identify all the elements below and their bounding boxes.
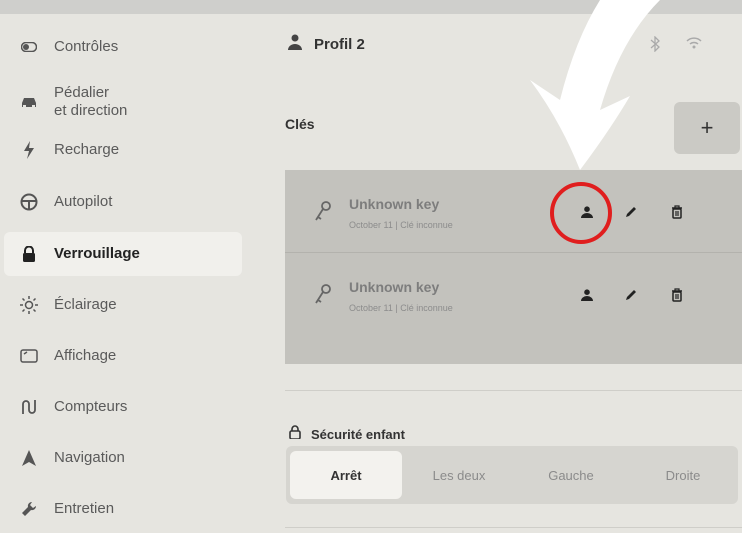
option-arret[interactable]: Arrêt (290, 451, 402, 499)
person-icon (581, 289, 593, 301)
key-subtitle: October 11 | Clé inconnue (349, 303, 453, 313)
edit-key-button[interactable] (621, 202, 641, 222)
sidebar-item-label: Autopilot (54, 193, 113, 210)
sidebar-item-autopilot[interactable]: Autopilot (4, 180, 242, 224)
key-icon (313, 283, 333, 307)
assign-profile-button[interactable] (577, 285, 597, 305)
bolt-icon (18, 139, 40, 161)
sun-icon (18, 294, 40, 316)
sidebar-item-affichage[interactable]: Affichage (4, 334, 242, 378)
sidebar-item-navigation[interactable]: Navigation (4, 436, 242, 480)
keys-section-title: Clés (285, 116, 315, 132)
key-row: Unknown key October 11 | Clé inconnue (285, 253, 742, 335)
sidebar-item-label: Éclairage (54, 296, 117, 313)
trash-icon (672, 205, 682, 219)
sidebar-item-label: Contrôles (54, 38, 119, 55)
key-name: Unknown key (349, 196, 440, 212)
option-gauche[interactable]: Gauche (516, 446, 626, 504)
navigation-arrow-icon (18, 447, 40, 469)
pencil-icon (626, 290, 636, 300)
toggle-icon (18, 36, 40, 58)
child-safety-selector: Arrêt Les deux Gauche Droite (286, 446, 738, 504)
edit-key-button[interactable] (621, 285, 641, 305)
annotation-arrow (530, 0, 660, 170)
child-safety-label: Sécurité enfant (311, 427, 405, 442)
sidebar-item-label: Affichage (54, 347, 117, 364)
section-divider (285, 390, 742, 391)
sidebar-item-label: Entretien (54, 500, 115, 517)
sidebar-item-label: Verrouillage (54, 245, 140, 262)
car-icon (18, 91, 40, 113)
pencil-icon (626, 207, 636, 217)
option-droite[interactable]: Droite (628, 446, 738, 504)
person-icon (288, 34, 302, 55)
sidebar-item-controles[interactable]: Contrôles (4, 25, 242, 69)
profile-label: Profil 2 (314, 36, 365, 53)
wrench-icon (18, 498, 40, 520)
delete-key-button[interactable] (667, 202, 687, 222)
sidebar-item-pedalier[interactable]: Pédalier et direction (4, 76, 242, 128)
sidebar-item-verrouillage[interactable]: Verrouillage (4, 232, 242, 276)
sidebar: Contrôles Pédalier et direction Recharge… (0, 14, 270, 533)
sidebar-item-recharge[interactable]: Recharge (4, 128, 242, 172)
key-icon (313, 200, 333, 224)
delete-key-button[interactable] (667, 285, 687, 305)
steering-wheel-icon (18, 191, 40, 213)
child-safety-title: Sécurité enfant (289, 425, 405, 444)
sidebar-item-label: Recharge (54, 141, 120, 158)
sidebar-item-label: Navigation (54, 449, 125, 466)
sidebar-item-label: Pédalier et direction (54, 84, 128, 119)
sidebar-item-entretien[interactable]: Entretien (4, 487, 242, 531)
option-les-deux[interactable]: Les deux (404, 446, 514, 504)
lock-icon (18, 243, 40, 265)
sidebar-item-compteurs[interactable]: Compteurs (4, 385, 242, 429)
profile-selector[interactable]: Profil 2 (288, 34, 365, 55)
odometer-icon (18, 396, 40, 418)
key-name: Unknown key (349, 279, 440, 295)
display-icon (18, 345, 40, 367)
lock-outline-icon (289, 425, 301, 444)
sidebar-item-label: Compteurs (54, 398, 128, 415)
section-divider (285, 527, 742, 528)
key-row: Unknown key October 11 | Clé inconnue (285, 170, 742, 253)
annotation-circle (550, 182, 612, 244)
key-subtitle: October 11 | Clé inconnue (349, 220, 453, 230)
sidebar-item-eclairage[interactable]: Éclairage (4, 283, 242, 327)
keys-list: Unknown key October 11 | Clé inconnue Un… (285, 170, 742, 364)
trash-icon (672, 288, 682, 302)
